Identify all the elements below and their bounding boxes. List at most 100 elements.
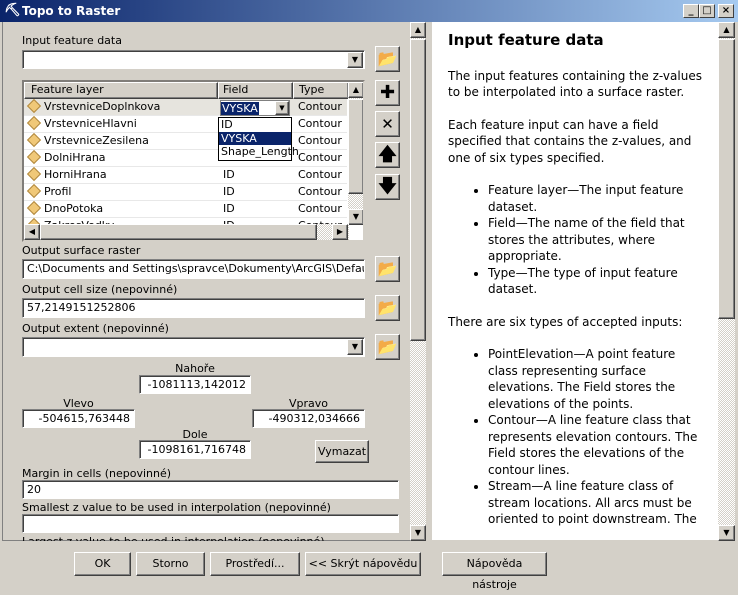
smallest-z-label: Smallest z value to be used in interpola… (22, 501, 331, 514)
type-cell[interactable]: Contour (298, 201, 348, 217)
type-cell[interactable]: Contour (298, 184, 348, 200)
move-up-button[interactable]: 🡅 (375, 142, 400, 168)
hide-help-button[interactable]: << Skrýt nápovědu (305, 552, 421, 576)
field-option-id[interactable]: ID (219, 118, 291, 132)
field-cell[interactable]: ID (223, 201, 293, 217)
chevron-down-icon[interactable]: ▼ (347, 52, 363, 68)
plus-icon: ✚ (379, 82, 396, 103)
field-dropdown-list: ID VYSKA Shape_Length (218, 117, 299, 161)
tool-help-button[interactable]: Nápověda nástroje (442, 552, 547, 591)
column-header-field[interactable]: Field (218, 82, 293, 99)
feature-layer-cell: Profil (44, 185, 72, 198)
cancel-button[interactable]: Storno (136, 552, 205, 576)
output-extent-label: Output extent (nepovinné) (22, 322, 169, 335)
table-row[interactable]: Profil ID Contour (24, 184, 347, 201)
type-cell[interactable]: Contour (298, 150, 348, 166)
x-icon: ✕ (381, 115, 394, 133)
minimize-button[interactable]: _ (683, 4, 699, 18)
chevron-down-icon[interactable]: ▼ (347, 339, 363, 355)
smallest-z-input[interactable] (22, 514, 399, 533)
help-list-item: Type—The type of input feature dataset. (488, 265, 704, 298)
help-list-item: Feature layer—The input feature dataset. (488, 182, 704, 215)
type-cell[interactable]: Contour (298, 116, 348, 132)
help-scrollbar[interactable]: ▲ ▼ (718, 22, 735, 541)
type-cell[interactable]: Contour (298, 167, 348, 183)
feature-table: Feature layer Field Type VrstevniceDopln… (22, 80, 365, 242)
feature-layer-cell: VrstevniceHlavni (44, 117, 137, 130)
extent-top-input[interactable]: -1081113,142012 (139, 375, 251, 394)
help-list-item: Contour—A line feature class that repres… (488, 412, 704, 478)
environments-button[interactable]: Prostředí... (210, 552, 300, 576)
field-option-vyska[interactable]: VYSKA (219, 131, 291, 145)
output-surface-raster-label: Output surface raster (22, 244, 141, 257)
move-down-button[interactable]: 🡇 (375, 174, 400, 200)
window-title: Topo to Raster (22, 4, 121, 18)
output-surface-raster-input[interactable]: C:\Documents and Settings\spravce\Dokume… (22, 259, 365, 279)
extent-bottom-input[interactable]: -1098161,716748 (139, 440, 251, 459)
add-button[interactable]: ✚ (375, 80, 400, 106)
type-cell[interactable]: Contour (298, 133, 348, 149)
help-pane: Input feature data The input features co… (432, 22, 718, 540)
folder-icon: 📂 (377, 298, 398, 317)
browse-cell-size-button[interactable]: 📂 (375, 295, 400, 321)
browse-output-raster-button[interactable]: 📂 (375, 256, 400, 282)
field-combo[interactable]: VYSKA ▼ (220, 100, 290, 116)
feature-layer-cell: DolniHrana (44, 151, 106, 164)
field-option-shape-length[interactable]: Shape_Length (219, 145, 299, 159)
table-row[interactable]: VrstevniceDoplnkova VYSKA ▼ Contour (24, 99, 347, 116)
line-feature-icon (26, 99, 42, 114)
output-cell-size-input[interactable]: 57,2149151252806 (22, 298, 365, 318)
maximize-button[interactable]: □ (699, 4, 715, 18)
folder-icon: 📂 (377, 259, 398, 278)
arrow-up-icon: 🡅 (378, 144, 397, 165)
feature-layer-cell: DnoPotoka (44, 202, 104, 215)
margin-label: Margin in cells (nepovinné) (22, 467, 172, 480)
ok-button[interactable]: OK (74, 552, 131, 576)
help-paragraph: Each feature input can have a field spec… (448, 117, 692, 165)
remove-button[interactable]: ✕ (375, 111, 400, 137)
title-bar: ⛏ Topo to Raster (0, 0, 738, 22)
table-row[interactable]: DnoPotoka ID Contour (24, 201, 347, 218)
field-cell[interactable]: ID (223, 167, 293, 183)
folder-icon: 📂 (377, 337, 398, 356)
line-feature-icon (26, 116, 42, 131)
table-vertical-scrollbar[interactable]: ▲ ▼ (348, 82, 363, 225)
field-cell[interactable]: ID (223, 184, 293, 200)
input-feature-data-label: Input feature data (22, 34, 122, 47)
feature-layer-cell: HorniHrana (44, 168, 107, 181)
clear-extent-button[interactable]: Vymazat (315, 440, 369, 463)
line-feature-icon (26, 201, 42, 216)
table-row[interactable]: VrstevniceHlavni ID Contour (24, 116, 347, 133)
column-header-type[interactable]: Type (293, 82, 349, 99)
extent-top-label: Nahoře (175, 362, 215, 375)
open-folder-button[interactable]: 📂 (375, 46, 400, 72)
column-header-feature-layer[interactable]: Feature layer (24, 82, 218, 99)
feature-layer-cell: VrstevniceDoplnkova (44, 100, 161, 113)
type-cell[interactable]: Contour (298, 99, 348, 115)
help-title: Input feature data (448, 31, 604, 49)
browse-extent-button[interactable]: 📂 (375, 334, 400, 360)
folder-icon: 📂 (377, 49, 398, 68)
input-feature-data-combo[interactable] (22, 50, 365, 69)
close-button[interactable]: × (718, 4, 734, 18)
help-list-item: Field—The name of the field that stores … (488, 215, 704, 265)
help-list-item: PointElevation—A point feature class rep… (488, 346, 704, 412)
parameters-scrollbar[interactable]: ▲ ▼ (410, 22, 426, 541)
line-feature-icon (26, 150, 42, 165)
line-feature-icon (26, 184, 42, 199)
feature-layer-cell: VrstevniceZesilena (44, 134, 149, 147)
line-feature-icon (26, 167, 42, 182)
help-list-item: Stream—A line feature class of stream lo… (488, 478, 704, 528)
chevron-down-icon[interactable]: ▼ (275, 101, 289, 115)
output-cell-size-label: Output cell size (nepovinné) (22, 283, 178, 296)
line-feature-icon (26, 133, 42, 148)
table-row[interactable]: HorniHrana ID Contour (24, 167, 347, 184)
hammer-icon: ⛏ (4, 3, 21, 18)
extent-right-input[interactable]: -490312,034666 (252, 409, 365, 428)
help-paragraph: The input features containing the z-valu… (448, 68, 702, 100)
table-horizontal-scrollbar[interactable]: ◀ ▶ (24, 224, 349, 240)
margin-input[interactable]: 20 (22, 480, 399, 499)
output-extent-combo[interactable] (22, 337, 365, 357)
help-paragraph: There are six types of accepted inputs: (448, 314, 683, 329)
extent-left-input[interactable]: -504615,763448 (22, 409, 135, 428)
